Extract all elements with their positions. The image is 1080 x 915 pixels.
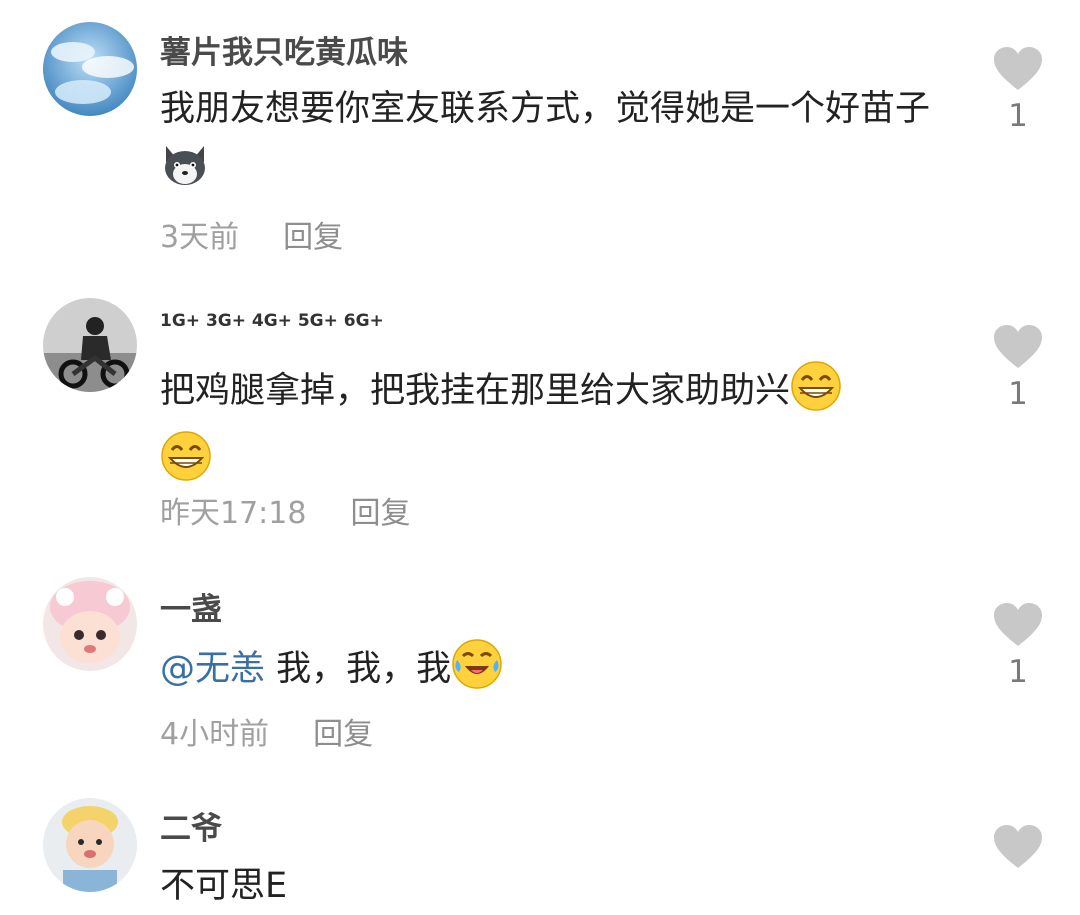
- grinning-emoji-icon: [790, 360, 842, 430]
- comment-body: 把鸡腿拿掉，把我挂在那里给大家助助兴: [160, 371, 791, 411]
- username[interactable]: 一盏: [160, 584, 222, 629]
- like-button[interactable]: [992, 824, 1044, 870]
- mention-link[interactable]: @无恙: [160, 649, 265, 689]
- avatar[interactable]: [43, 22, 137, 116]
- crying-laughing-emoji-icon: [451, 638, 503, 708]
- username[interactable]: 二爷: [160, 803, 222, 848]
- like-count: 1: [1008, 654, 1028, 690]
- comment-meta: 3天前 回复: [160, 212, 343, 256]
- comment-body: 我，我，我: [265, 649, 452, 689]
- heart-icon: [994, 825, 1042, 868]
- avatar[interactable]: [43, 298, 137, 392]
- comment-meta: 4小时前 回复: [160, 709, 373, 753]
- comment-text: 不可思E: [160, 857, 950, 915]
- timestamp: 4小时前: [160, 717, 270, 752]
- like-button[interactable]: 1: [992, 324, 1044, 412]
- avatar[interactable]: [43, 577, 137, 671]
- comment-text: 我朋友想要你室友联系方式，觉得她是一个好苗子: [160, 80, 950, 206]
- like-button[interactable]: 1: [992, 602, 1044, 690]
- comment-body: 不可思E: [160, 866, 288, 906]
- reply-button[interactable]: 回复: [283, 220, 343, 255]
- heart-icon: [994, 325, 1042, 368]
- reply-button[interactable]: 回复: [350, 496, 410, 531]
- heart-icon: [994, 603, 1042, 646]
- timestamp: 昨天17:18: [160, 496, 307, 531]
- username[interactable]: 薯片我只吃黄瓜味: [160, 27, 408, 72]
- comment-meta: 昨天17:18 回复: [160, 488, 410, 532]
- like-count: 1: [1008, 98, 1028, 134]
- like-count: 1: [1008, 376, 1028, 412]
- comment-body: 我朋友想要你室友联系方式，觉得她是一个好苗子: [160, 89, 931, 129]
- husky-emoji-icon: [160, 142, 210, 206]
- reply-button[interactable]: 回复: [313, 717, 373, 752]
- like-button[interactable]: 1: [992, 46, 1044, 134]
- comment-text: 把鸡腿拿掉，把我挂在那里给大家助助兴: [160, 360, 950, 500]
- timestamp: 3天前: [160, 220, 240, 255]
- heart-icon: [994, 47, 1042, 90]
- avatar[interactable]: [43, 798, 137, 892]
- username[interactable]: 1G+ 3G+ 4G+ 5G+ 6G+: [160, 311, 384, 331]
- comment-text: @无恙 我，我，我: [160, 638, 950, 708]
